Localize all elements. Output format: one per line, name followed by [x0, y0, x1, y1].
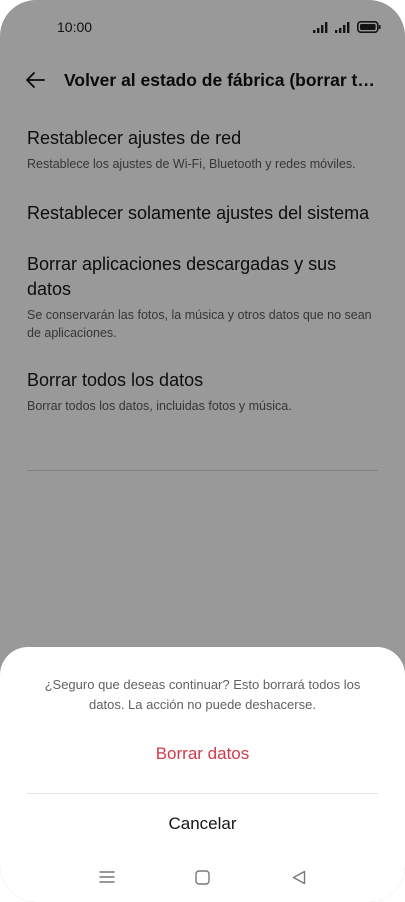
- home-icon[interactable]: [194, 868, 212, 886]
- dialog-message: ¿Seguro que deseas continuar? Esto borra…: [44, 677, 361, 712]
- menu-icon[interactable]: [98, 868, 116, 886]
- confirm-bottom-sheet: ¿Seguro que deseas continuar? Esto borra…: [0, 647, 405, 902]
- dialog-divider: [27, 793, 378, 794]
- phone-frame: 10:00 Volver al estado de fábrica (borra…: [0, 0, 405, 902]
- cancel-button[interactable]: Cancelar: [0, 809, 405, 839]
- back-triangle-icon[interactable]: [290, 868, 308, 886]
- system-nav-bar: [0, 863, 405, 891]
- erase-data-button[interactable]: Borrar datos: [0, 739, 405, 769]
